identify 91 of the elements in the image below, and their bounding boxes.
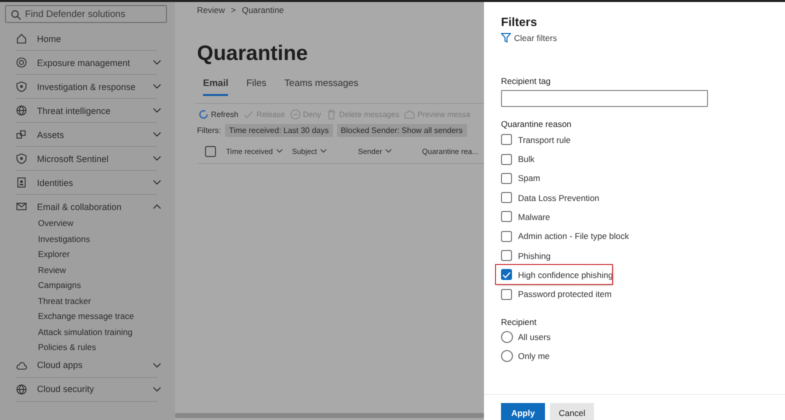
search-icon [11,10,21,20]
panel-title: Filters [501,15,538,29]
nav-subitem[interactable]: Exchange message trace [5,309,167,324]
field-label: Recipient tag [501,76,552,86]
apply-button[interactable]: Apply [501,403,545,420]
nav-item[interactable]: Cloud apps [5,356,167,374]
checkbox[interactable] [501,154,512,165]
checkbox[interactable] [501,134,512,146]
breadcrumb-link[interactable]: Quarantine [242,5,284,15]
checkbox[interactable] [501,230,512,242]
chevron-icon [153,108,161,113]
filter-chip[interactable]: Blocked Sender: Show all senders [336,124,467,137]
envelope-icon [404,109,416,120]
checkbox-label: Bulk [518,154,535,164]
filters-label: Filters: [197,126,221,135]
nav-subitem[interactable]: Campaigns [5,278,167,294]
chevron-icon [276,149,283,153]
breadcrumb-separator: > [230,5,236,15]
checkbox-label: Malware [518,212,550,222]
radio-label: All users [518,332,551,342]
nav-subitem[interactable]: Threat tracker [5,294,167,309]
trash-icon [326,109,338,120]
checkbox[interactable] [501,192,512,204]
section-label: Recipient [501,316,538,327]
checkbox[interactable] [501,269,512,280]
nav-subitem[interactable]: Policies & rules [5,340,167,356]
chevron-icon [153,204,161,209]
globe-icon [16,105,27,116]
clear-filters-link[interactable]: Clear filters [501,33,557,43]
chevron-icon [153,84,161,89]
section-label: Quarantine reason [501,119,572,129]
cubes-icon [16,129,27,140]
checkbox[interactable] [501,250,512,262]
nav-item[interactable]: Cloud security [5,380,167,398]
check-icon [243,109,254,120]
cancel-button[interactable]: Cancel [550,403,594,420]
minus-circle-icon [290,109,301,120]
chevron-icon [153,386,161,392]
envelope-icon [16,201,27,212]
tab[interactable]: Teams messages [278,78,358,96]
globe-icon [16,384,27,394]
chevron-icon [153,60,161,65]
chevron-icon [385,149,392,153]
page-title: Quarantine [197,42,309,66]
nav-item[interactable]: Exposure management [5,53,167,72]
nav-item[interactable]: Identities [5,173,167,192]
chevron-icon [153,362,161,368]
nav-subitem[interactable]: Overview [5,216,167,232]
tab[interactable]: Files [240,78,266,96]
breadcrumb-link[interactable]: Review [197,5,225,15]
select-all-checkbox[interactable] [205,146,216,156]
nav-subitem[interactable]: Review [5,262,167,278]
checkbox[interactable] [501,288,512,300]
nav-item[interactable]: Email & collaboration [5,197,167,216]
nav-subitem[interactable]: Explorer [5,247,167,262]
checkbox-label: Phishing [518,250,551,261]
checkbox[interactable] [501,211,512,222]
nav-item[interactable]: Assets [5,125,167,144]
nav-item[interactable]: Investigation & response [5,77,167,96]
checkbox-label: Admin action - File type block [518,231,630,242]
radio-label: Only me [518,351,550,362]
checkbox-label: Spam [518,173,540,184]
refresh-icon [198,109,209,120]
chevron-icon [153,180,161,185]
search-field[interactable]: Find Defender solutions [5,5,167,23]
chevron-icon [153,132,161,137]
id-card-icon [16,177,27,188]
checkbox-label: Password protected item [518,289,612,300]
radio-button[interactable] [501,350,513,362]
checkbox-label: Transport rule [518,134,571,145]
checkbox-label: High confidence phishing [518,270,613,280]
recipient-tag-field[interactable] [501,90,708,107]
scrollbar[interactable] [175,413,484,418]
chevron-icon [153,156,161,161]
nav-item[interactable]: Home [5,29,167,48]
checkbox[interactable] [501,172,512,184]
tab[interactable]: Email [203,78,228,96]
chevron-icon [320,149,328,153]
radio-button[interactable] [501,331,513,344]
nav-item[interactable]: Threat intelligence [5,101,167,120]
filter-icon [501,33,511,43]
shield-icon [16,81,27,92]
checkbox-label: Data Loss Prevention [518,192,600,203]
shield-icon [16,153,27,164]
cloud-icon [16,360,27,370]
filter-chip[interactable]: Time received: Last 30 days [225,124,333,137]
nav-subitem[interactable]: Attack simulation training [5,324,167,340]
target-icon [16,57,27,68]
nav-item[interactable]: Microsoft Sentinel [5,149,167,168]
nav-subitem[interactable]: Investigations [5,232,167,247]
home-icon [16,33,27,44]
